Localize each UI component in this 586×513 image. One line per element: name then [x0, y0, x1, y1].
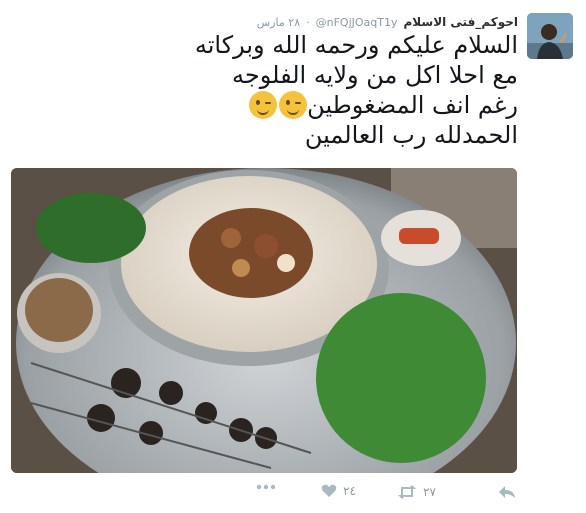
- tweet-line: السلام عليكم ورحمه الله وبركاته: [194, 31, 518, 59]
- timestamp[interactable]: ٢٨ مارس: [257, 16, 300, 29]
- retweet-button[interactable]: ٢٧: [397, 484, 436, 500]
- author-handle[interactable]: @nFQjJOaqT1y: [316, 16, 398, 29]
- tweet-line: رغم انف المضغوطين: [78, 90, 518, 120]
- tweet-card[interactable]: احوكم_فتى الاسلام @nFQjJOaqT1y · ٢٨ مارس…: [0, 0, 586, 513]
- like-count: ٢٤: [343, 484, 356, 498]
- tweet-header: احوكم_فتى الاسلام @nFQjJOaqT1y · ٢٨ مارس: [257, 13, 518, 31]
- avatar[interactable]: [527, 13, 573, 59]
- winking-face-icon: [279, 91, 308, 119]
- more-button[interactable]: [256, 484, 276, 490]
- tweet-photo[interactable]: [11, 168, 517, 473]
- reply-button[interactable]: [498, 484, 516, 500]
- tweet-text: السلام عليكم ورحمه الله وبركاته مع احلا …: [78, 30, 518, 150]
- avatar-image: [527, 13, 573, 59]
- retweet-icon: [398, 485, 417, 499]
- tweet-line: مع احلا اكل من ولايه الفلوجه: [232, 61, 518, 89]
- tweet-actions: ٢٧ ٢٤: [0, 482, 586, 506]
- tweet-line: الحمدلله رب العالمين: [304, 121, 518, 149]
- winking-face-icon: [249, 91, 278, 119]
- author-name[interactable]: احوكم_فتى الاسلام: [403, 15, 518, 29]
- like-button[interactable]: ٢٤: [321, 484, 356, 498]
- food-photo: [11, 168, 517, 473]
- heart-icon: [321, 484, 337, 497]
- more-icon: [256, 484, 276, 490]
- reply-icon: [499, 486, 515, 498]
- retweet-count: ٢٧: [423, 485, 436, 499]
- separator-dot: ·: [306, 15, 310, 29]
